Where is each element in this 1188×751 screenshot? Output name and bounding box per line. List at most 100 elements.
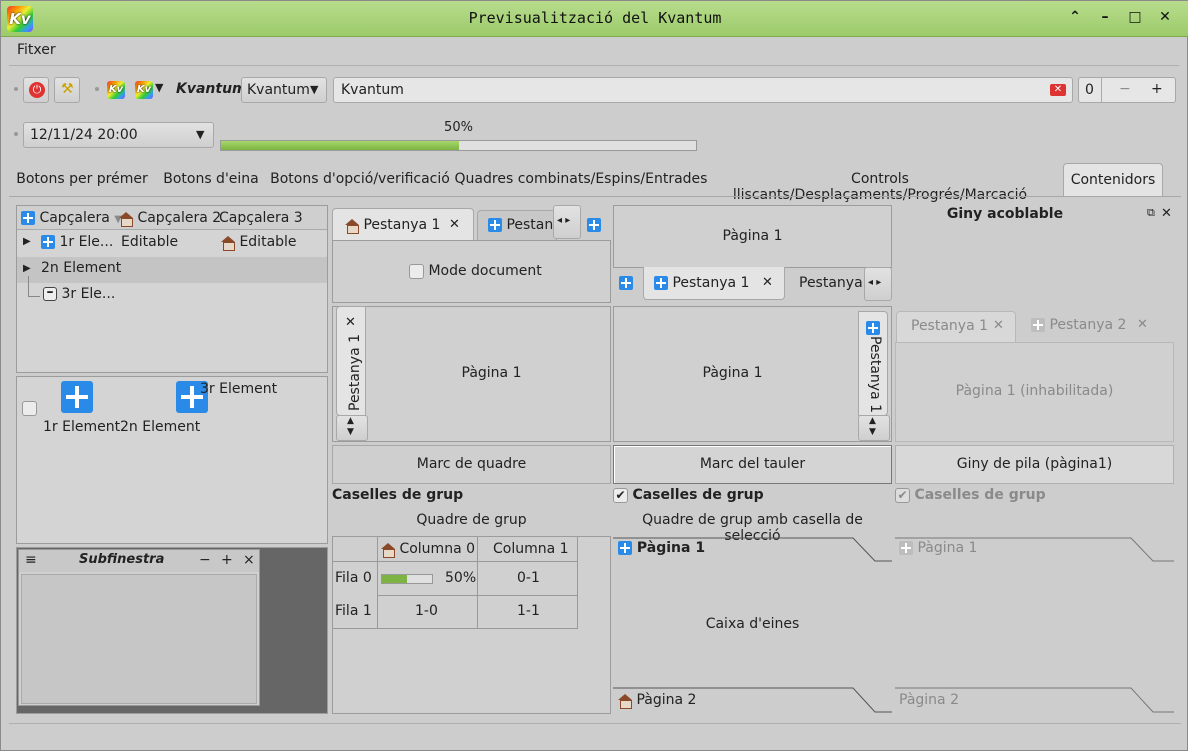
main-tab-2[interactable]: Botons d'opció/verificació bbox=[267, 167, 453, 197]
close-tab-icon[interactable]: ✕ bbox=[345, 315, 356, 330]
home-icon bbox=[119, 211, 133, 227]
disabled-tab-1: Pestanya 1 ✕ bbox=[896, 311, 1016, 343]
minimize-icon[interactable]: – bbox=[1095, 9, 1115, 29]
icon-view-checkbox[interactable] bbox=[22, 401, 37, 416]
power-icon: ⏻ bbox=[29, 82, 45, 98]
close-tab-icon[interactable]: ✕ bbox=[449, 217, 460, 232]
maximize-icon[interactable]: □ bbox=[1125, 9, 1145, 29]
maximize-icon[interactable]: + bbox=[221, 552, 233, 568]
close-icon[interactable]: ✕ bbox=[1155, 9, 1175, 29]
tab-a-page: Mode document bbox=[332, 240, 611, 303]
icon-view[interactable]: 1r Element 2n Element 3r Element bbox=[16, 376, 328, 544]
subwindow-title: Subfinestra bbox=[79, 552, 165, 567]
kvantum-menu-button[interactable]: Kv ▼ bbox=[133, 78, 171, 102]
main-tab-1[interactable]: Botons d'eina bbox=[155, 167, 267, 197]
tab-b-2[interactable]: Pestanya 2 bbox=[787, 267, 867, 299]
float-icon[interactable]: ⧉ bbox=[1147, 206, 1155, 220]
arrows-icon: ▲ ▼ bbox=[347, 416, 354, 437]
vtab-scroll[interactable]: ▲ ▼ bbox=[336, 415, 368, 441]
expand-icon[interactable]: ▶ bbox=[23, 236, 31, 247]
tab-b-corner[interactable] bbox=[613, 271, 639, 295]
main-tab-0[interactable]: Botons per prémer bbox=[9, 167, 155, 197]
spin-down-button[interactable]: − bbox=[1119, 81, 1131, 97]
tree-view[interactable]: Capçalera ▼ Capçalera 2 Capçalera 3 ▶ 1r… bbox=[16, 205, 328, 373]
minus-icon: – bbox=[43, 285, 57, 301]
tree-header-col2[interactable]: Capçalera 2 bbox=[119, 210, 221, 227]
toolbar-handle-3[interactable] bbox=[14, 132, 18, 136]
main-tab-5[interactable]: Contenidors bbox=[1063, 163, 1163, 197]
arrows-icon: ◂ ▸ bbox=[868, 277, 882, 288]
table-col-0[interactable]: Columna 0 bbox=[381, 541, 475, 558]
tree-cell-editable-2[interactable]: Editable bbox=[221, 234, 297, 251]
table-cell-0-0[interactable]: 50% bbox=[445, 570, 476, 586]
tree-header-col1[interactable]: Capçalera ▼ bbox=[21, 210, 122, 226]
tree-cell-editable[interactable]: Editable bbox=[121, 234, 178, 250]
tab-a-2[interactable]: Pestanya bbox=[477, 210, 557, 240]
icon-item-3[interactable]: 3r Element bbox=[200, 381, 277, 397]
plus-icon bbox=[587, 218, 601, 232]
close-icon[interactable]: ✕ bbox=[1161, 206, 1172, 221]
menu-icon[interactable]: ≡ bbox=[25, 552, 37, 568]
table-cell-1-0[interactable]: 1-0 bbox=[415, 603, 438, 619]
tab-a-1[interactable]: Pestanya 1 ✕ bbox=[332, 208, 474, 241]
line-edit[interactable]: Kvantum ✕ bbox=[333, 77, 1073, 103]
mode-document-checkbox[interactable] bbox=[409, 263, 424, 279]
table-row-header-0[interactable]: Fila 0 bbox=[335, 570, 372, 586]
vtab-left-tab[interactable]: ✕ Pestanya 1 bbox=[336, 306, 366, 416]
title-bar[interactable]: Kv Previsualització del Kvantum ⌃ – □ ✕ bbox=[1, 1, 1188, 37]
toolbar-handle-2[interactable] bbox=[95, 87, 99, 91]
spin-up-button[interactable]: + bbox=[1151, 81, 1163, 97]
table-col-1[interactable]: Columna 1 bbox=[493, 541, 569, 557]
kvantum-icon-button[interactable]: Kv bbox=[107, 81, 125, 99]
tab-corner-plus[interactable] bbox=[587, 217, 601, 233]
table-row-header-1[interactable]: Fila 1 bbox=[335, 603, 372, 619]
expand-icon[interactable]: ▶ bbox=[23, 263, 31, 274]
vtab-left-page: Pàgina 1 bbox=[332, 306, 611, 442]
mode-document-label: Mode document bbox=[428, 263, 542, 279]
toolbox-content: Caixa d'eines bbox=[705, 616, 800, 632]
main-tab-3[interactable]: Quadres combinats/Espins/Entrades bbox=[453, 167, 709, 197]
vtab-scroll[interactable]: ▲ ▼ bbox=[858, 415, 890, 441]
grid-line bbox=[377, 595, 577, 596]
tree-row-1[interactable]: 1r Ele... bbox=[41, 234, 113, 250]
tree-header-col3[interactable]: Capçalera 3 bbox=[219, 210, 303, 226]
wrench-button[interactable]: ⚒ bbox=[54, 77, 80, 103]
toolbar-handle[interactable] bbox=[14, 87, 18, 91]
style-combo[interactable]: Kvantum ▼ bbox=[241, 77, 327, 103]
toolbox-page-1[interactable]: Pàgina 1 bbox=[618, 540, 705, 556]
toolbox-page-2[interactable]: Pàgina 2 bbox=[618, 692, 696, 709]
tree-row-3[interactable]: – 3r Ele... bbox=[43, 285, 115, 302]
grid-line bbox=[577, 537, 578, 628]
power-button[interactable]: ⏻ bbox=[23, 77, 49, 103]
plus-icon bbox=[619, 276, 633, 290]
close-icon[interactable]: × bbox=[243, 552, 255, 568]
shade-icon[interactable]: ⌃ bbox=[1065, 9, 1085, 29]
menu-file[interactable]: Fitxer bbox=[17, 42, 56, 58]
tab-scroll-arrows[interactable]: ◂ ▸ bbox=[864, 267, 892, 301]
tree-branch bbox=[28, 296, 40, 297]
tree-row-2[interactable]: 2n Element bbox=[41, 260, 121, 276]
table-cell-0-1[interactable]: 0-1 bbox=[517, 570, 540, 586]
table-view[interactable]: Columna 0 Columna 1 Fila 0 Fila 1 50% 0-… bbox=[332, 536, 611, 714]
datetime-edit[interactable]: 12/11/24 20:00 ▼ bbox=[23, 122, 214, 148]
close-tab-icon: ✕ bbox=[1137, 317, 1148, 332]
tab-b-1[interactable]: Pestanya 1 ✕ bbox=[643, 267, 785, 300]
icon-item-1[interactable]: 1r Element bbox=[43, 419, 120, 435]
subwindow[interactable]: ≡ Subfinestra − + × bbox=[18, 549, 260, 706]
icon-item-2[interactable]: 2n Element bbox=[120, 419, 200, 435]
minimize-icon[interactable]: − bbox=[199, 552, 211, 568]
preview-window: Kv Previsualització del Kvantum ⌃ – □ ✕ … bbox=[0, 0, 1188, 751]
vtab-right-tab[interactable]: Pestanya 1 bbox=[858, 311, 888, 416]
tab-scroll-arrows[interactable]: ◂ ▸ bbox=[553, 205, 581, 239]
main-tab-4[interactable]: Controls lliscants/Desplaçaments/Progrés… bbox=[709, 167, 1051, 203]
spin-divider bbox=[1101, 78, 1102, 102]
box-frame: Marc de quadre bbox=[332, 445, 611, 484]
group-check-1: Caselles de grup bbox=[332, 487, 464, 503]
plus-icon bbox=[41, 235, 55, 249]
group-checkbox-2[interactable]: ✔ bbox=[613, 487, 628, 503]
close-tab-icon[interactable]: ✕ bbox=[762, 275, 773, 290]
table-cell-1-1[interactable]: 1-1 bbox=[517, 603, 540, 619]
clear-icon[interactable]: ✕ bbox=[1050, 84, 1066, 96]
group-checkbox-3: ✔ bbox=[895, 487, 910, 503]
spin-box[interactable]: 0 − + bbox=[1078, 77, 1176, 103]
